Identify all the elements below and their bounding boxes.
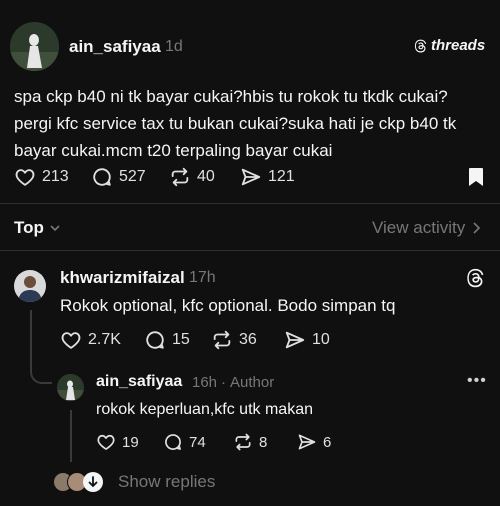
reply2-like-button[interactable]: 19 <box>96 432 139 452</box>
expand-replies-icon <box>83 472 103 492</box>
reply2-reply-count: 74 <box>189 433 206 451</box>
comment-icon <box>146 331 164 349</box>
reply2-reply-button[interactable]: 74 <box>163 432 206 452</box>
reply1-author-name[interactable]: khwarizmifaizal <box>60 268 185 288</box>
repost-icon <box>171 167 189 187</box>
more-icon: ••• <box>467 372 487 389</box>
post-reply-count: 527 <box>119 168 146 185</box>
show-replies-row[interactable]: Show replies <box>53 472 215 492</box>
post-like-count: 213 <box>42 168 69 185</box>
post-share-button[interactable]: 121 <box>240 166 295 188</box>
repost-icon <box>213 330 231 350</box>
reply2-repost-count: 8 <box>259 433 268 451</box>
reply1-reply-count: 15 <box>172 331 190 348</box>
reply2-time: 16h <box>192 374 218 391</box>
post-time: 1d <box>165 38 183 55</box>
threads-logo[interactable]: threads <box>414 37 485 54</box>
threads-logo-icon <box>414 39 427 52</box>
post-reply-button[interactable]: 527 <box>91 166 146 188</box>
post-text: spa ckp b40 ni tk bayar cukai?hbis tu ro… <box>14 87 457 160</box>
sort-dropdown[interactable]: Top <box>14 218 61 238</box>
repost-icon <box>235 433 251 451</box>
reply1-thread-line <box>30 310 32 372</box>
reply1-author-avatar[interactable] <box>14 270 46 302</box>
bookmark-icon <box>469 168 483 186</box>
sort-label: Top <box>14 218 44 237</box>
reply2-like-count: 19 <box>122 433 139 451</box>
view-activity-label: View activity <box>372 218 466 237</box>
post-repost-button[interactable]: 40 <box>169 166 215 188</box>
post-repost-count: 40 <box>197 168 215 185</box>
reply2-share-button[interactable]: 6 <box>297 432 331 452</box>
reply1-repost-count: 36 <box>239 331 257 348</box>
bookmark-button[interactable] <box>468 167 484 192</box>
post-share-count: 121 <box>268 168 295 185</box>
heart-icon <box>15 169 35 186</box>
reply2-meta: 16h · Author <box>192 374 274 391</box>
reply1-share-button[interactable]: 10 <box>284 329 330 351</box>
heart-icon <box>61 332 81 349</box>
threads-wordmark: threads <box>431 37 486 54</box>
reply2-author-name[interactable]: ain_safiyaa <box>96 373 182 391</box>
reply2-author-avatar[interactable] <box>57 374 84 401</box>
heart-icon <box>97 434 115 450</box>
reply1-time: 17h <box>189 269 216 286</box>
reply1-like-count: 2.7K <box>88 331 121 348</box>
view-activity-link[interactable]: View activity <box>372 218 481 238</box>
reply1-thread-curve <box>30 366 52 384</box>
reply2-thread-line <box>70 410 72 462</box>
reply1-share-count: 10 <box>312 331 330 348</box>
chevron-down-icon <box>50 225 60 232</box>
post-author-avatar[interactable] <box>10 22 59 71</box>
more-options-button[interactable]: ••• <box>467 372 487 390</box>
threads-icon <box>467 268 484 288</box>
chevron-right-icon <box>473 222 481 234</box>
post-divider <box>0 203 500 204</box>
reply2-repost-button[interactable]: 8 <box>233 432 267 452</box>
post-like-button[interactable]: 213 <box>14 166 69 188</box>
meta-separator: · <box>221 374 227 391</box>
reply1-reply-button[interactable]: 15 <box>144 329 190 351</box>
reply1-repost-button[interactable]: 36 <box>211 329 257 351</box>
author-tag: Author <box>230 374 275 391</box>
reply2-text: rokok keperluan,kfc utk makan <box>96 401 313 418</box>
reply1-like-button[interactable]: 2.7K <box>60 329 121 351</box>
post-author-name[interactable]: ain_safiyaa <box>69 37 161 57</box>
send-icon <box>285 331 305 349</box>
send-icon <box>298 434 316 450</box>
reply2-share-count: 6 <box>323 433 332 451</box>
comment-icon <box>93 168 111 186</box>
show-replies-label: Show replies <box>118 472 216 491</box>
comment-icon <box>165 434 181 450</box>
send-icon <box>241 168 261 186</box>
reply1-text: Rokok optional, kfc optional. Bodo simpa… <box>60 296 396 315</box>
threads-badge[interactable] <box>466 268 486 293</box>
sort-divider <box>0 250 500 251</box>
